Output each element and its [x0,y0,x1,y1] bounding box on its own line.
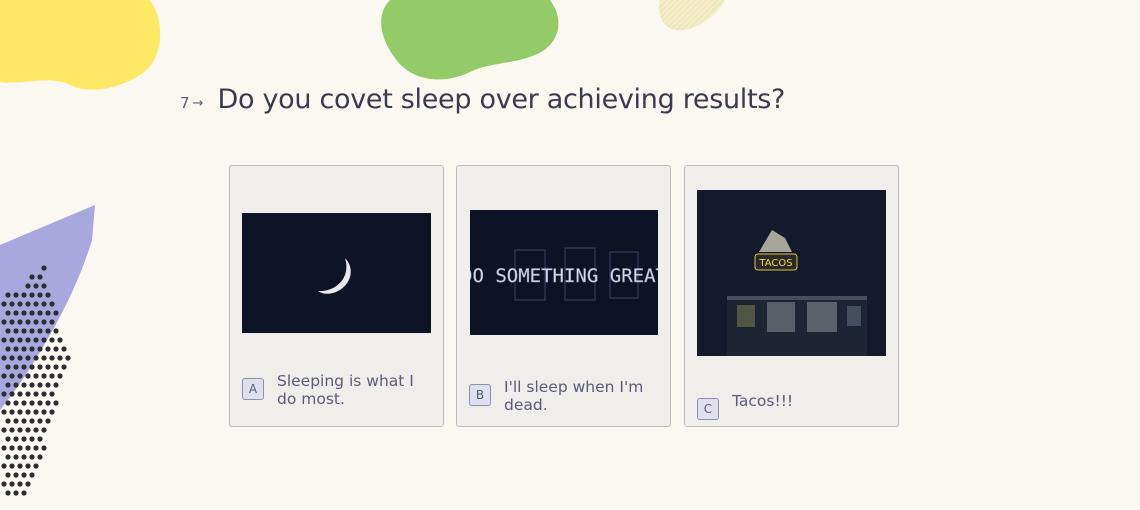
cream-blob-decoration [659,0,725,31]
option-card-a[interactable]: A Sleeping is what I do most. [229,165,444,427]
option-key-a: A [242,378,264,400]
option-card-b[interactable]: DO SOMETHING GREAT B I'll sleep when I'm… [456,165,671,427]
question-number: 7 → [180,94,203,112]
crescent-moon-image [242,213,431,333]
option-label-c: Tacos!!! [732,392,794,410]
arrow-right-icon: → [192,95,204,111]
option-key-c: C [697,398,719,420]
taco-shop-image: TACOS [697,190,886,356]
option-key-b: B [469,384,491,406]
yellow-blob-decoration [0,0,161,90]
option-card-c[interactable]: TACOS C Tacos!!! [684,165,899,427]
question-header: 7 → Do you covet sleep over achieving re… [180,84,785,115]
tacos-sign-text: TACOS [758,258,792,269]
dotted-pattern-decoration [1,265,71,496]
option-label-a: Sleeping is what I do most. [277,372,414,408]
green-blob-decoration [381,0,559,80]
question-text: Do you covet sleep over achieving result… [217,84,786,115]
neon-sign-image: DO SOMETHING GREAT [470,210,658,335]
question-number-text: 7 [180,94,190,112]
neon-sign-text: DO SOMETHING GREAT [470,265,658,287]
option-label-b: I'll sleep when I'm dead. [504,378,644,414]
